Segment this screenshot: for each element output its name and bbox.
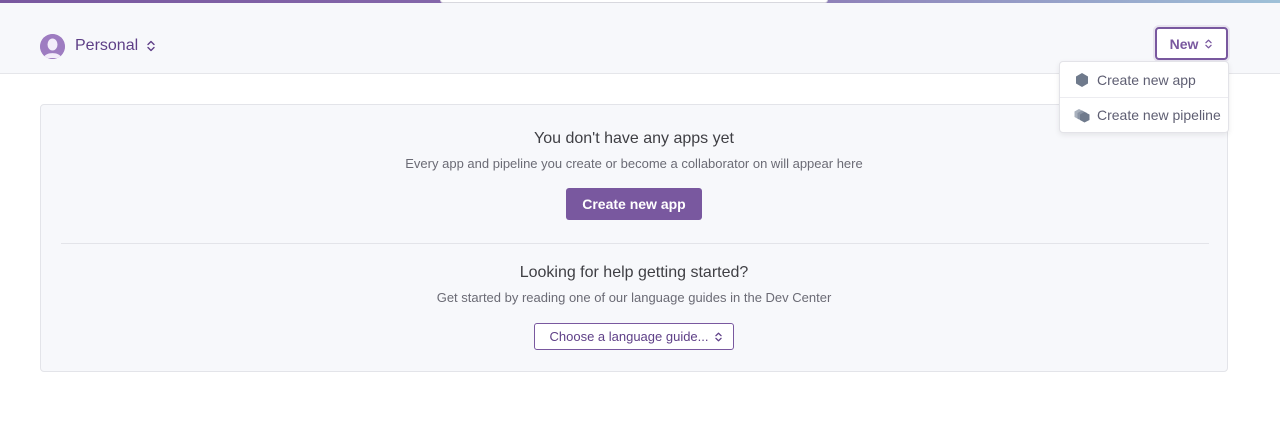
- menu-item-create-new-app[interactable]: Create new app: [1060, 62, 1228, 97]
- create-new-app-button[interactable]: Create new app: [566, 188, 702, 220]
- section-divider: [61, 243, 1209, 244]
- new-button-label: New: [1169, 35, 1199, 52]
- chevron-updown-icon: [1205, 39, 1213, 48]
- language-guide-select[interactable]: Choose a language guide...: [534, 323, 734, 350]
- help-heading: Looking for help getting started?: [519, 264, 749, 281]
- empty-state-heading: You don't have any apps yet: [534, 130, 734, 147]
- hexagon-app-icon: [1076, 72, 1088, 87]
- menu-item-label: Create new pipeline: [1097, 107, 1221, 123]
- empty-state-section: You don't have any apps yet Every app an…: [41, 129, 1227, 220]
- account-name: Personal: [75, 37, 139, 54]
- chevron-updown-icon: [147, 40, 155, 52]
- new-dropdown-menu: Create new app Create new pipeline: [1059, 61, 1229, 133]
- empty-apps-panel: You don't have any apps yet Every app an…: [40, 104, 1228, 372]
- help-subtext: Get started by reading one of our langua…: [436, 290, 832, 305]
- language-guide-select-label: Choose a language guide...: [549, 329, 709, 344]
- chevron-updown-icon: [714, 332, 722, 341]
- empty-state-subtext: Every app and pipeline you create or bec…: [405, 156, 863, 171]
- help-section: Looking for help getting started? Get st…: [41, 263, 1227, 350]
- pipeline-icon: [1074, 109, 1090, 123]
- account-switcher[interactable]: Personal: [40, 31, 156, 61]
- avatar-icon: [40, 33, 65, 59]
- new-button[interactable]: New: [1155, 27, 1228, 60]
- menu-item-create-new-pipeline[interactable]: Create new pipeline: [1060, 97, 1228, 132]
- menu-item-label: Create new app: [1097, 71, 1196, 88]
